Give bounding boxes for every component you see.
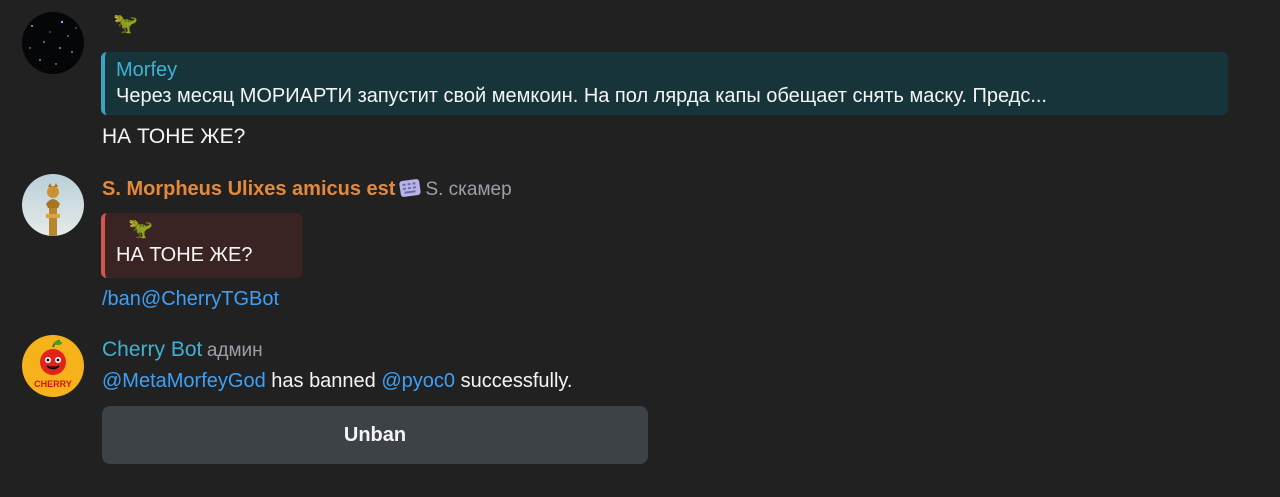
- message-emoji: 🦖: [113, 10, 1280, 36]
- reply-text: НА ТОНЕ ЖЕ?: [116, 244, 253, 266]
- user-mention[interactable]: @pyoc0: [381, 370, 455, 392]
- avatar-label: CHERRY: [34, 379, 72, 389]
- cherry-logo-avatar-icon[interactable]: CHERRY: [22, 335, 84, 397]
- bot-command-link[interactable]: /ban@CherryTGBot: [102, 286, 1280, 312]
- reply-quote[interactable]: Morfey Через месяц МОРИАРТИ запустит сво…: [101, 52, 1228, 115]
- sender-role: админ: [206, 340, 263, 361]
- sender-role: S. скамер: [425, 179, 512, 200]
- sender-name[interactable]: S. Morpheus Ulixes amicus est: [102, 178, 395, 200]
- message-text-middle: has banned: [265, 370, 382, 392]
- message-header: S. Morpheus Ulixes amicus est S. скамер: [102, 175, 1280, 202]
- sender-name[interactable]: Cherry Bot: [102, 338, 202, 361]
- message-text-end: successfully.: [455, 370, 573, 392]
- message-text: @MetaMorfeyGod has banned @pyoc0 success…: [102, 368, 1280, 394]
- golden-statue-avatar-icon[interactable]: [22, 174, 84, 236]
- reply-author: Morfey: [116, 59, 178, 81]
- user-mention[interactable]: @MetaMorfeyGod: [102, 370, 266, 392]
- chat-history: 🦖 Morfey Через месяц МОРИАРТИ запустит с…: [0, 0, 1280, 497]
- unban-button[interactable]: Unban: [102, 406, 648, 464]
- starfield-avatar-icon[interactable]: [22, 12, 84, 74]
- message-header: Cherry Bot админ: [102, 337, 1280, 363]
- keyboard-sticker-icon: [399, 179, 422, 197]
- reply-text: Через месяц МОРИАРТИ запустит свой мемко…: [116, 85, 1047, 107]
- reply-quote[interactable]: 🦖 НА ТОНЕ ЖЕ?: [101, 213, 302, 278]
- dinosaur-emoji: 🦖: [128, 216, 153, 240]
- dinosaur-emoji: 🦖: [113, 11, 138, 35]
- message-text: НА ТОНЕ ЖЕ?: [102, 125, 246, 148]
